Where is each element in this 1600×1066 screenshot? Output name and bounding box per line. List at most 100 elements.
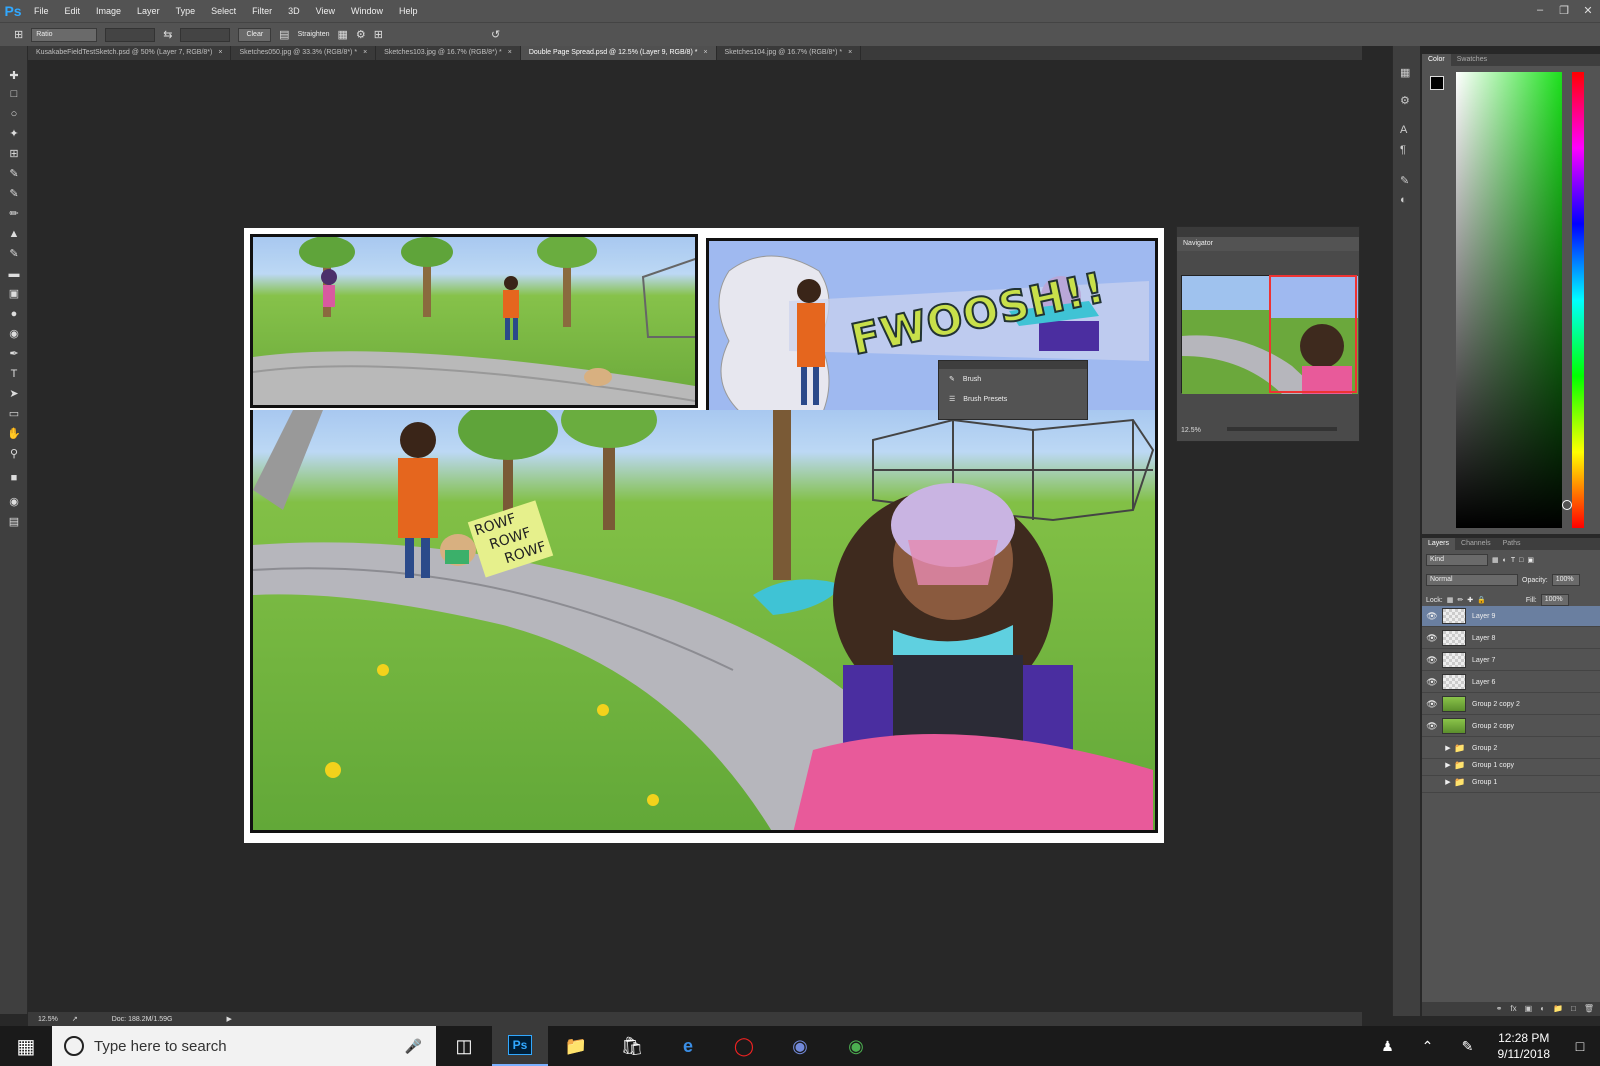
status-zoom[interactable]: 12.5% — [38, 1016, 58, 1023]
color-picker-field[interactable] — [1456, 72, 1572, 528]
tab-kusakabe[interactable]: KusakabeFieldTestSketch.psd @ 50% (Layer… — [28, 46, 232, 60]
fill-input[interactable]: 100% — [1540, 594, 1569, 606]
discord-icon[interactable]: ◉ — [772, 1026, 828, 1066]
menu-file[interactable]: File — [26, 6, 57, 16]
navigator-tab[interactable]: Navigator — [1177, 237, 1359, 251]
expand-arrow-icon[interactable]: ▶ — [1442, 744, 1454, 752]
taskbar-search[interactable]: Type here to search 🎤 — [52, 1026, 436, 1066]
ratio-select[interactable]: Ratio — [31, 27, 98, 42]
lock-position-icon[interactable]: ✚ — [1467, 596, 1473, 604]
filter-shape-icon[interactable]: □ — [1519, 557, 1523, 564]
layer-row-group-2-copy[interactable]: 👁 Group 2 copy — [1422, 716, 1600, 737]
clone-stamp-tool-icon[interactable]: ▲ — [6, 226, 22, 242]
menu-3d[interactable]: 3D — [280, 6, 308, 16]
tab-paths[interactable]: Paths — [1497, 538, 1527, 550]
windows-start-icon[interactable]: ▦ — [0, 1026, 52, 1066]
foreground-background-color-icon[interactable]: ■ — [6, 470, 22, 486]
magic-wand-tool-icon[interactable]: ✦ — [6, 126, 22, 142]
expand-arrow-icon[interactable]: ▶ — [1442, 778, 1454, 786]
close-icon[interactable]: × — [218, 49, 222, 56]
menu-edit[interactable]: Edit — [57, 6, 89, 16]
eraser-tool-icon[interactable]: ▬ — [6, 266, 22, 282]
close-icon[interactable]: × — [703, 49, 707, 56]
filter-pixel-icon[interactable]: ▦ — [1492, 556, 1499, 564]
menu-layer[interactable]: Layer — [129, 6, 168, 16]
foreground-color-swatch[interactable] — [1430, 76, 1444, 90]
gradient-tool-icon[interactable]: ▣ — [6, 286, 22, 302]
tab-double-page-spread[interactable]: Double Page Spread.psd @ 12.5% (Layer 9,… — [520, 46, 717, 60]
menu-select[interactable]: Select — [203, 6, 244, 16]
healing-brush-tool-icon[interactable]: ✎ — [6, 186, 22, 202]
pen-tool-icon[interactable]: ✒ — [6, 346, 22, 362]
chrome-browser-icon[interactable]: ◉ — [828, 1026, 884, 1066]
navigator-zoom[interactable]: 12.5% — [1181, 427, 1201, 434]
properties-icon[interactable]: ⚙ — [1400, 94, 1410, 107]
action-center-icon[interactable]: □ — [1560, 1038, 1600, 1054]
swap-icon[interactable]: ⇆ — [163, 28, 172, 41]
gear-icon[interactable]: ⚙ — [356, 28, 366, 41]
history-icon[interactable]: ▦ — [1400, 66, 1410, 79]
paragraph-icon[interactable]: ¶ — [1400, 144, 1406, 156]
brush-panel-item[interactable]: ✎ Brush — [939, 369, 1087, 389]
microphone-icon[interactable]: 🎤 — [405, 1038, 422, 1055]
straighten-icon[interactable]: ▤ — [279, 28, 289, 41]
tab-sketches050[interactable]: Sketches050.jpg @ 33.3% (RGB/8*) * × — [231, 46, 377, 60]
photoshop-taskbar-icon[interactable]: Ps — [492, 1026, 548, 1066]
document-canvas[interactable]: FWOOSH!! ROWF ROWF ROWF — [244, 228, 1164, 843]
adjustment-layer-icon[interactable]: ◐ — [1540, 1002, 1545, 1016]
screen-mode-icon[interactable]: ▤ — [6, 514, 22, 530]
visibility-eye-icon[interactable]: 👁 — [1422, 699, 1442, 710]
tab-layers[interactable]: Layers — [1422, 538, 1456, 550]
grid-overlay-icon[interactable]: ▦ — [338, 28, 348, 41]
opacity-input[interactable]: 100% — [1551, 574, 1580, 586]
navigator-view-box[interactable] — [1269, 275, 1357, 393]
marquee-tool-icon[interactable]: □ — [6, 86, 22, 102]
color-picker-cursor[interactable] — [1562, 500, 1572, 510]
rectangle-tool-icon[interactable]: ▭ — [6, 406, 22, 422]
crop-tool-icon[interactable]: ⊞ — [6, 146, 22, 162]
path-selection-tool-icon[interactable]: ➤ — [6, 386, 22, 402]
filter-smart-object-icon[interactable]: ▣ — [1527, 556, 1534, 564]
filter-adjustment-icon[interactable]: ◐ — [1503, 557, 1507, 564]
export-icon[interactable]: ↗ — [72, 1015, 78, 1023]
lasso-tool-icon[interactable]: ○ — [6, 106, 22, 122]
people-icon[interactable]: ♟ — [1368, 1038, 1408, 1055]
visibility-eye-icon[interactable]: 👁 — [1422, 655, 1442, 666]
quick-mask-icon[interactable]: ◉ — [6, 494, 22, 510]
clone-source-icon[interactable]: ◐ — [1400, 194, 1407, 206]
menu-filter[interactable]: Filter — [244, 6, 280, 16]
tab-channels[interactable]: Channels — [1455, 538, 1497, 550]
brush-presets-item[interactable]: ☰ Brush Presets — [939, 389, 1087, 409]
menu-window[interactable]: Window — [343, 6, 391, 16]
panel-header[interactable] — [1177, 227, 1359, 237]
tab-color[interactable]: Color — [1422, 54, 1451, 66]
taskbar-clock[interactable]: 12:28 PM 9/11/2018 — [1488, 1030, 1561, 1062]
visibility-eye-icon[interactable]: 👁 — [1422, 633, 1442, 644]
character-icon[interactable]: A — [1400, 124, 1407, 136]
close-icon[interactable]: × — [363, 49, 367, 56]
close-icon[interactable]: × — [508, 49, 512, 56]
file-explorer-icon[interactable]: 📁 — [548, 1026, 604, 1066]
restore-icon[interactable]: ❐ — [1552, 0, 1576, 20]
history-brush-tool-icon[interactable]: ✎ — [6, 246, 22, 262]
visibility-eye-icon[interactable]: 👁 — [1422, 611, 1442, 622]
hand-tool-icon[interactable]: ✋ — [6, 426, 22, 442]
new-layer-icon[interactable]: □ — [1571, 1002, 1576, 1016]
brush-tool-icon[interactable]: ✏ — [6, 206, 22, 222]
reset-icon[interactable]: ↺ — [491, 28, 500, 41]
visibility-eye-icon[interactable]: 👁 — [1422, 721, 1442, 732]
eyedropper-tool-icon[interactable]: ✎ — [6, 166, 22, 182]
microsoft-store-icon[interactable]: 🛍 — [604, 1026, 660, 1066]
type-tool-icon[interactable]: T — [6, 366, 22, 382]
tab-sketches103[interactable]: Sketches103.jpg @ 16.7% (RGB/8*) * × — [376, 46, 521, 60]
layer-row-layer-7[interactable]: 👁 Layer 7 — [1422, 650, 1600, 671]
ratio-width-field[interactable] — [105, 27, 156, 42]
dodge-tool-icon[interactable]: ◉ — [6, 326, 22, 342]
clear-button[interactable]: Clear — [238, 27, 272, 42]
link-layers-icon[interactable]: ⚭ — [1496, 1002, 1503, 1016]
blend-mode-select[interactable]: Normal — [1426, 574, 1518, 586]
menu-image[interactable]: Image — [88, 6, 129, 16]
close-icon[interactable]: ✕ — [1576, 0, 1600, 20]
brush-presets-icon[interactable]: ✎ — [1400, 174, 1409, 187]
layer-row-group-2-copy-2[interactable]: 👁 Group 2 copy 2 — [1422, 694, 1600, 715]
